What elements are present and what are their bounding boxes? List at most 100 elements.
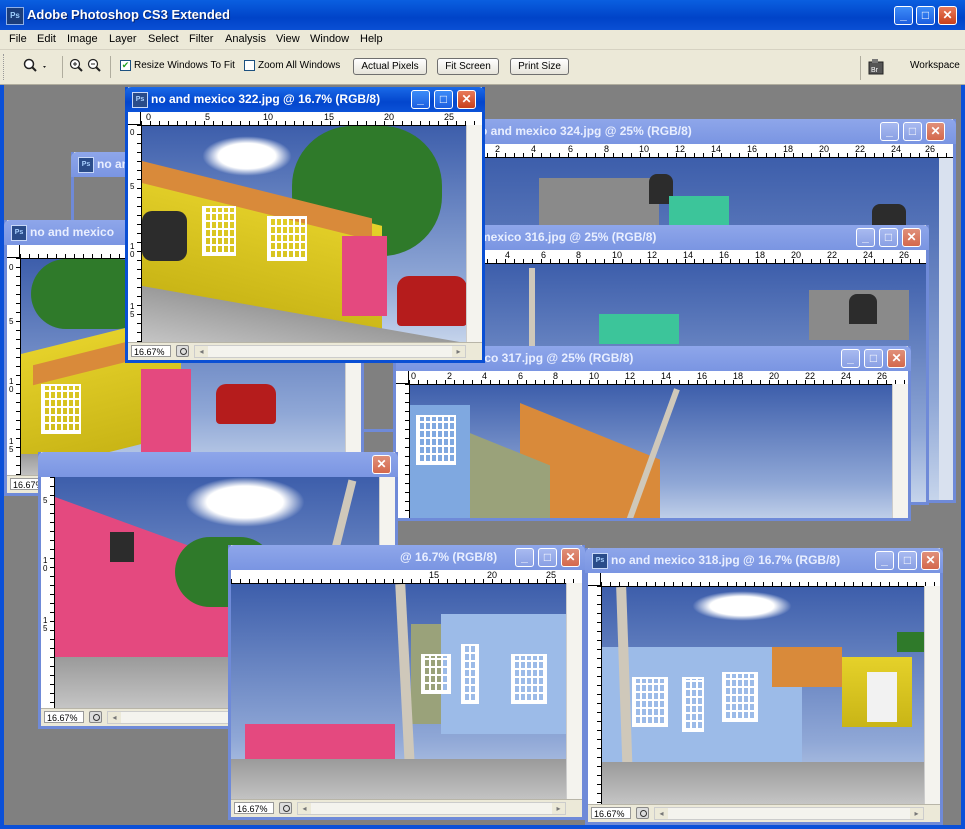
image-canvas[interactable] xyxy=(231,584,567,800)
zoom-level-field[interactable]: 16.67% xyxy=(591,807,631,819)
maximize-button[interactable]: □ xyxy=(916,6,935,25)
zoom-level-field[interactable]: 16.67% xyxy=(234,802,274,814)
ruler-origin[interactable] xyxy=(128,112,141,125)
scroll-left-arrow[interactable]: ◂ xyxy=(108,712,121,723)
minimize-button[interactable]: _ xyxy=(841,349,860,368)
status-info-icon[interactable] xyxy=(89,711,102,723)
image-canvas[interactable] xyxy=(142,126,467,343)
ruler-label: 10 xyxy=(639,144,650,154)
scroll-left-arrow[interactable]: ◂ xyxy=(655,808,668,819)
zoom-all-windows-label: Zoom All Windows xyxy=(258,60,341,71)
actual-pixels-button[interactable]: Actual Pixels xyxy=(353,58,427,75)
zoom-level-field[interactable]: 16.67% xyxy=(44,711,84,723)
maximize-button[interactable]: □ xyxy=(879,228,898,247)
menu-help[interactable]: Help xyxy=(360,33,383,45)
close-button[interactable]: ✕ xyxy=(457,90,476,109)
menu-analysis[interactable]: Analysis xyxy=(225,33,266,45)
menu-layer[interactable]: Layer xyxy=(109,33,137,45)
horizontal-scrollbar[interactable]: ◂ ▸ xyxy=(194,345,466,358)
document-titlebar[interactable]: Ps no and mexico 318.jpg @ 16.7% (RGB/8)… xyxy=(585,548,943,573)
document-titlebar[interactable]: @ 16.7% (RGB/8) _ □ ✕ xyxy=(228,545,585,570)
photoshop-icon[interactable]: Ps xyxy=(6,7,24,25)
menu-file[interactable]: File xyxy=(9,33,27,45)
ruler-origin[interactable] xyxy=(588,573,601,586)
document-titlebar[interactable]: ✕ xyxy=(38,452,398,477)
document-statusbar: 16.67% ◂ ▸ xyxy=(588,804,940,822)
fit-screen-button[interactable]: Fit Screen xyxy=(437,58,499,75)
document-window-middle[interactable]: @ 16.7% (RGB/8) _ □ ✕ 15 20 25 16.67% ◂ … xyxy=(228,545,585,820)
maximize-button[interactable]: □ xyxy=(864,349,883,368)
document-titlebar[interactable]: o and mexico 324.jpg @ 25% (RGB/8) _ □ ✕ xyxy=(466,119,956,144)
image-canvas[interactable] xyxy=(410,385,893,518)
menu-edit[interactable]: Edit xyxy=(37,33,56,45)
ruler-label: 26 xyxy=(925,144,936,154)
maximize-button[interactable]: □ xyxy=(434,90,453,109)
menu-window[interactable]: Window xyxy=(310,33,349,45)
workspace-label[interactable]: Workspace xyxy=(910,60,960,71)
close-button[interactable]: ✕ xyxy=(561,548,580,567)
ruler-origin[interactable] xyxy=(7,245,20,258)
menu-image[interactable]: Image xyxy=(67,33,98,45)
toolbar-grip[interactable] xyxy=(3,54,6,80)
ruler-label: 12 xyxy=(675,144,686,154)
status-info-icon[interactable] xyxy=(636,807,649,819)
status-info-icon[interactable] xyxy=(176,345,189,357)
image-canvas[interactable] xyxy=(602,587,925,805)
zoom-level-field[interactable]: 16.67% xyxy=(131,345,171,357)
document-titlebar[interactable]: Ps no and mexico 322.jpg @ 16.7% (RGB/8)… xyxy=(125,87,485,112)
document-titlebar[interactable]: mexico 316.jpg @ 25% (RGB/8) _ □ ✕ xyxy=(466,225,929,250)
ruler-label: 4 xyxy=(505,250,511,260)
close-button[interactable]: ✕ xyxy=(921,551,940,570)
close-button[interactable]: ✕ xyxy=(926,122,945,141)
photo-red-car xyxy=(397,276,467,326)
scroll-left-arrow[interactable]: ◂ xyxy=(195,346,208,357)
ruler-label: 10 xyxy=(612,250,623,260)
horizontal-scrollbar[interactable]: ◂ ▸ xyxy=(297,802,566,815)
status-info-icon[interactable] xyxy=(279,802,292,814)
vertical-scrollbar[interactable] xyxy=(924,586,940,805)
file-browser-icon[interactable]: Br xyxy=(867,58,889,76)
horizontal-scrollbar[interactable]: ◂ ▸ xyxy=(654,807,924,820)
close-button[interactable]: ✕ xyxy=(887,349,906,368)
close-button[interactable]: ✕ xyxy=(902,228,921,247)
menu-view[interactable]: View xyxy=(276,33,300,45)
zoom-in-icon[interactable] xyxy=(68,58,84,77)
ruler-label: 14 xyxy=(711,144,722,154)
close-button[interactable]: ✕ xyxy=(372,455,391,474)
vertical-scrollbar[interactable] xyxy=(466,125,482,343)
minimize-button[interactable]: _ xyxy=(875,551,894,570)
document-window-322[interactable]: Ps no and mexico 322.jpg @ 16.7% (RGB/8)… xyxy=(125,87,485,363)
close-button[interactable]: ✕ xyxy=(938,6,957,25)
scroll-right-arrow[interactable]: ▸ xyxy=(552,803,565,814)
document-window-317[interactable]: ico 317.jpg @ 25% (RGB/8) _ □ ✕ 0 2 4 6 … xyxy=(393,346,911,521)
scroll-right-arrow[interactable]: ▸ xyxy=(910,808,923,819)
scroll-left-arrow[interactable]: ◂ xyxy=(298,803,311,814)
scroll-right-arrow[interactable]: ▸ xyxy=(452,346,465,357)
maximize-button[interactable]: □ xyxy=(538,548,557,567)
ruler-origin[interactable] xyxy=(396,371,409,384)
menu-select[interactable]: Select xyxy=(148,33,179,45)
ruler-label: 15 xyxy=(429,570,440,580)
vertical-scrollbar[interactable] xyxy=(566,583,582,800)
maximize-button[interactable]: □ xyxy=(898,551,917,570)
menu-filter[interactable]: Filter xyxy=(189,33,213,45)
maximize-button[interactable]: □ xyxy=(903,122,922,141)
document-statusbar: 16.67% ◂ ▸ xyxy=(128,342,482,360)
minimize-button[interactable]: _ xyxy=(856,228,875,247)
ruler-label: 6 xyxy=(541,250,547,260)
zoom-all-windows-checkbox[interactable] xyxy=(244,60,255,71)
minimize-button[interactable]: _ xyxy=(411,90,430,109)
ruler-label: 6 xyxy=(518,371,524,381)
document-window-318[interactable]: Ps no and mexico 318.jpg @ 16.7% (RGB/8)… xyxy=(585,548,943,825)
minimize-button[interactable]: _ xyxy=(894,6,913,25)
vertical-scrollbar[interactable] xyxy=(892,384,908,518)
zoom-out-icon[interactable] xyxy=(86,58,102,77)
resize-windows-checkbox[interactable]: ✔ xyxy=(120,60,131,71)
zoom-tool-icon[interactable] xyxy=(22,58,48,77)
minimize-button[interactable]: _ xyxy=(515,548,534,567)
horizontal-ruler xyxy=(601,573,940,587)
print-size-button[interactable]: Print Size xyxy=(510,58,569,75)
ruler-label: 10 xyxy=(589,371,600,381)
ruler-label: 22 xyxy=(805,371,816,381)
minimize-button[interactable]: _ xyxy=(880,122,899,141)
